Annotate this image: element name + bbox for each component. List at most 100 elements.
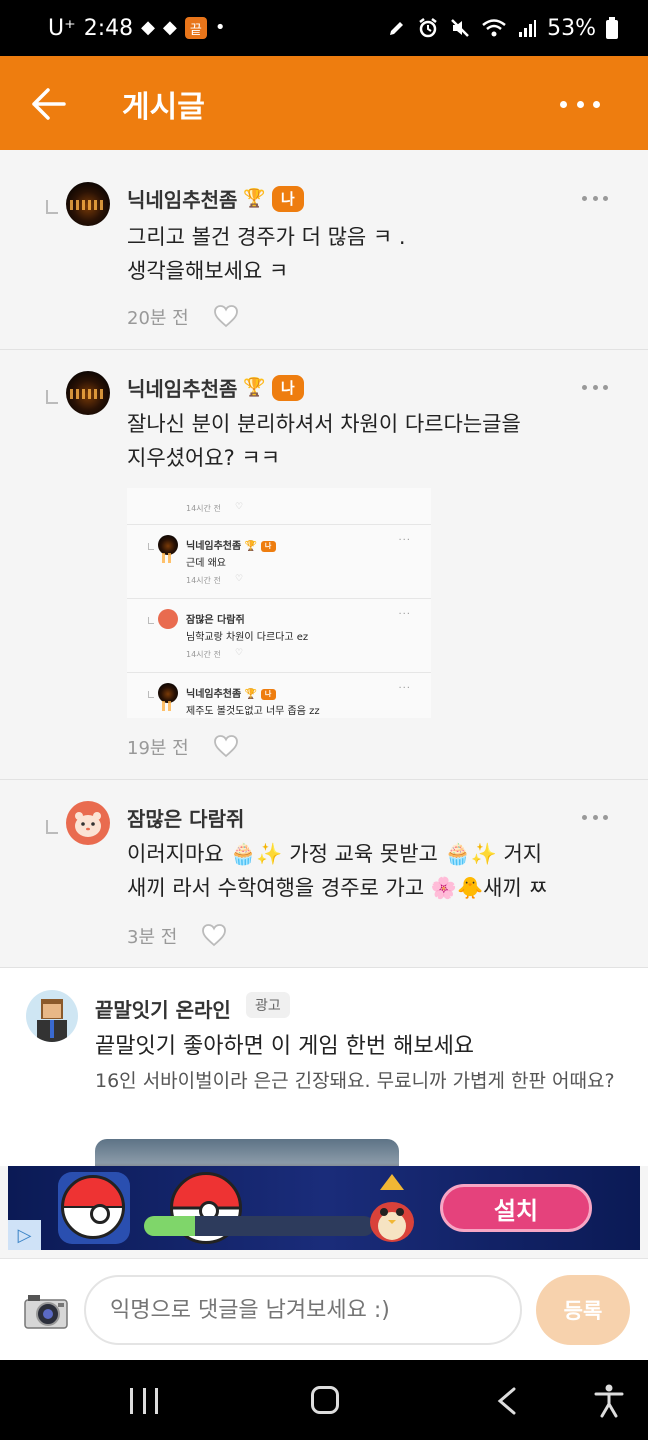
more-notifications-dot-icon: • xyxy=(214,17,226,38)
system-back-icon[interactable] xyxy=(496,1387,518,1415)
embedded-text: 제주도 볼것도없고 너무 좁음 zz xyxy=(186,706,320,717)
signal-icon xyxy=(519,20,537,37)
embedded-heart-icon: ♡ xyxy=(235,502,244,512)
app-bar: 게시글 xyxy=(0,56,648,150)
submit-comment-button[interactable]: 등록 xyxy=(536,1275,630,1345)
comment-time: 3분 전 xyxy=(127,927,178,948)
comment-item: 닉네임추천좀 🏆 나 잘나신 분이 분리하셔서 차원이 다르다는글을 지우셨어요… xyxy=(0,350,648,780)
reply-indicator-icon xyxy=(46,200,58,214)
embedded-time: 14시간 전 xyxy=(186,576,221,585)
ad-advertiser-name: 끝말잇기 온라인 xyxy=(95,998,231,1022)
nickname: 닉네임추천좀 xyxy=(127,188,238,212)
embedded-heart-icon: ♡ xyxy=(235,574,244,584)
recent-apps-icon[interactable] xyxy=(130,1388,158,1414)
embedded-more-icon: ··· xyxy=(398,609,411,620)
home-icon[interactable] xyxy=(311,1386,339,1414)
embedded-comment: 잠많은 다람쥐 ··· 님학교랑 차원이 다르다고 ez 14시간 전 ♡ xyxy=(127,599,431,673)
carrier-label: U⁺ xyxy=(48,15,76,41)
ad-label-badge: 광고 xyxy=(246,992,290,1018)
back-arrow-icon[interactable] xyxy=(28,86,68,122)
clock: 2:48 xyxy=(83,15,134,41)
avatar[interactable] xyxy=(66,801,110,845)
embedded-more-icon: ··· xyxy=(398,683,411,694)
notification-diamond-icon: ◆ xyxy=(141,17,155,38)
embedded-reply-icon xyxy=(148,543,154,550)
comment-more-icon[interactable] xyxy=(582,815,608,821)
comment-line: 새끼 라서 수학여행을 경주로 가고 🌸🐥새끼 ㅉ xyxy=(127,876,548,900)
hamster-icon xyxy=(75,812,101,837)
camera-icon[interactable] xyxy=(24,1293,68,1329)
adchoices-icon[interactable]: ▷ xyxy=(8,1220,41,1250)
comment-author: 닉네임추천좀 🏆 나 xyxy=(127,184,304,213)
embedded-comment: 닉네임추천좀 🏆 나 ··· 근데 왜요 14시간 전 ♡ xyxy=(127,525,431,599)
status-bar: U⁺ 2:48 ◆ ◆ 끝 • 53% xyxy=(0,0,648,56)
comment-time: 19분 전 xyxy=(127,738,189,759)
comment-line: 이러지마요 🧁✨ 가정 교육 못받고 🧁✨ 거지 xyxy=(127,842,543,866)
attached-image[interactable]: 14시간 전 ♡ 닉네임추천좀 🏆 나 ··· 근데 왜요 14시간 전 ♡ 잠… xyxy=(127,488,431,718)
me-badge: 나 xyxy=(271,374,304,401)
embedded-nickname: 잠많은 다람쥐 xyxy=(186,615,245,626)
embedded-comment: 닉네임추천좀 🏆 나 ··· 제주도 볼것도없고 너무 좁음 zz xyxy=(127,673,431,718)
wifi-icon xyxy=(482,19,506,37)
comment-more-icon[interactable] xyxy=(582,196,608,202)
comment-list[interactable]: 닉네임추천좀 🏆 나 그리고 볼건 경주가 더 많음 ㅋ . 생각을해보세요 ㅋ… xyxy=(0,150,648,1166)
like-heart-icon[interactable] xyxy=(213,734,239,758)
avatar[interactable] xyxy=(66,182,110,226)
nickname: 닉네임추천좀 xyxy=(127,377,238,401)
comment-line: 지우셨어요? ㅋㅋ xyxy=(127,446,281,470)
accessibility-icon[interactable] xyxy=(594,1384,624,1418)
comment-input[interactable] xyxy=(84,1275,522,1345)
nickname: 잠많은 다람쥐 xyxy=(127,807,245,831)
battery-percent: 53% xyxy=(547,15,596,41)
trophy-icon: 🏆 xyxy=(243,188,266,209)
character-icon xyxy=(370,1174,414,1242)
avatar[interactable] xyxy=(66,371,110,415)
ad-title[interactable]: 끝말잇기 좋아하면 이 게임 한번 해보세요 xyxy=(95,1028,474,1060)
reply-indicator-icon xyxy=(46,390,58,404)
sponsored-post[interactable]: 끝말잇기 온라인 광고 끝말잇기 좋아하면 이 게임 한번 해보세요 16인 서… xyxy=(0,968,648,1166)
embedded-nickname: 닉네임추천좀 🏆 나 xyxy=(186,537,276,552)
comment-item: 잠많은 다람쥐 이러지마요 🧁✨ 가정 교육 못받고 🧁✨ 거지 새끼 라서 수… xyxy=(0,780,648,968)
me-badge: 나 xyxy=(271,185,304,212)
comment-text: 잘나신 분이 분리하셔서 차원이 다르다는글을 지우셨어요? ㅋㅋ xyxy=(127,407,617,475)
mute-icon xyxy=(451,19,469,37)
page-title: 게시글 xyxy=(122,90,205,125)
embedded-heart-icon: ♡ xyxy=(235,648,244,658)
embedded-text: 님학교랑 차원이 다르다고 ez xyxy=(186,632,309,643)
banner-ad[interactable]: 설치 xyxy=(8,1166,640,1250)
loading-progress-bar xyxy=(144,1216,374,1236)
pen-icon xyxy=(390,22,404,35)
comment-author: 잠많은 다람쥐 xyxy=(127,803,244,832)
comment-text: 그리고 볼건 경주가 더 많음 ㅋ . 생각을해보세요 ㅋ xyxy=(127,220,617,288)
notification-diamond-icon: ◆ xyxy=(162,17,177,38)
comment-line: 생각을해보세요 ㅋ xyxy=(127,259,289,283)
embedded-avatar xyxy=(158,683,178,711)
embedded-comment: 14시간 전 ♡ xyxy=(127,488,431,525)
comment-author: 닉네임추천좀 🏆 나 xyxy=(127,373,304,402)
ad-description: 16인 서바이벌이라 은근 긴장돼요. 무료니까 가볍게 한판 어때요? xyxy=(95,1070,615,1092)
reply-indicator-icon xyxy=(46,820,58,834)
comment-line: 그리고 볼건 경주가 더 많음 ㅋ . xyxy=(127,225,406,249)
embedded-reply-icon xyxy=(148,617,154,624)
comment-more-icon[interactable] xyxy=(582,385,608,391)
comment-time: 20분 전 xyxy=(127,308,189,329)
more-options-icon[interactable] xyxy=(560,90,600,118)
embedded-avatar xyxy=(158,535,178,563)
embedded-more-icon: ··· xyxy=(398,535,411,546)
like-heart-icon[interactable] xyxy=(213,304,239,328)
battery-icon xyxy=(606,17,618,39)
embedded-avatar xyxy=(158,609,178,629)
embedded-nickname: 닉네임추천좀 🏆 나 xyxy=(186,685,276,700)
app-store-icon xyxy=(58,1172,130,1244)
ad-avatar xyxy=(26,990,78,1042)
comment-compose-bar: 등록 xyxy=(0,1258,648,1360)
embedded-reply-icon xyxy=(148,691,154,698)
ad-image[interactable] xyxy=(95,1139,399,1166)
system-nav-bar xyxy=(0,1360,648,1440)
comment-item: 닉네임추천좀 🏆 나 그리고 볼건 경주가 더 많음 ㅋ . 생각을해보세요 ㅋ… xyxy=(0,150,648,350)
install-button[interactable]: 설치 xyxy=(440,1184,592,1232)
embedded-text: 근데 왜요 xyxy=(186,558,226,569)
like-heart-icon[interactable] xyxy=(201,923,227,947)
comment-text: 이러지마요 🧁✨ 가정 교육 못받고 🧁✨ 거지 새끼 라서 수학여행을 경주로… xyxy=(127,837,617,905)
trophy-icon: 🏆 xyxy=(243,377,266,398)
